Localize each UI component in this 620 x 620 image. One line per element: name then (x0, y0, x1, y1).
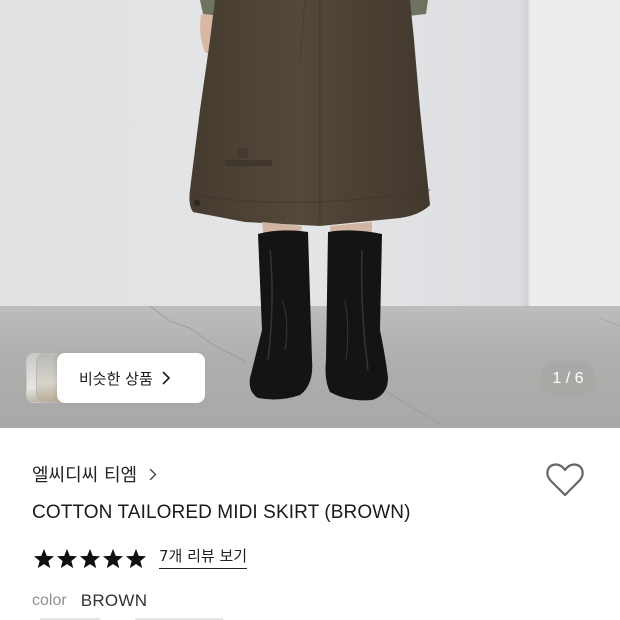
color-value: BROWN (80, 591, 148, 610)
rating-row: 7개 리뷰 보기 (33, 545, 248, 571)
chevron-right-icon (162, 371, 170, 385)
brand-name: 엘씨디씨 티엠 (32, 465, 138, 486)
star-filled-icon (79, 548, 101, 568)
image-counter-badge: 1 / 6 (540, 361, 596, 397)
similar-products-button[interactable]: 비슷한 상품 (57, 353, 205, 403)
star-filled-icon (56, 548, 78, 568)
product-image-gallery[interactable]: 비슷한 상품 1 / 6 (0, 0, 620, 428)
chevron-right-icon (149, 468, 157, 480)
brand-link[interactable]: 엘씨디씨 티엠 (32, 460, 157, 488)
rating-stars (33, 548, 147, 569)
image-counter-text: 1 / 6 (552, 370, 584, 387)
color-row: color BROWN (32, 590, 147, 612)
star-filled-icon (125, 548, 147, 568)
similar-products-label: 비슷한 상품 (79, 369, 153, 388)
product-title: COTTON TAILORED MIDI SKIRT (BROWN) (32, 502, 411, 523)
review-link[interactable]: 7개 리뷰 보기 (159, 547, 248, 569)
star-filled-icon (33, 548, 55, 568)
color-label: color (32, 592, 67, 609)
heart-outline-icon[interactable] (545, 462, 585, 498)
star-filled-icon (102, 548, 124, 568)
